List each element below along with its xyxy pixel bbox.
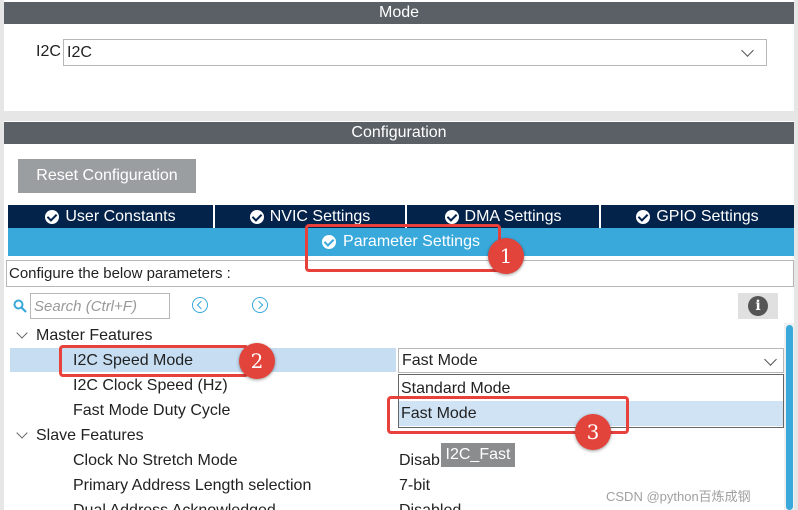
chevron-down-icon	[764, 353, 777, 366]
collapse-chevron-icon[interactable]	[16, 327, 28, 339]
scrollbar-thumb[interactable]	[786, 325, 793, 510]
i2c-label: I2C	[36, 43, 61, 60]
mode-panel	[4, 25, 794, 111]
reset-configuration-button[interactable]: Reset Configuration	[18, 159, 196, 193]
tab-label: GPIO Settings	[656, 207, 759, 225]
annotation-box-2	[59, 345, 249, 377]
clock-no-stretch-label[interactable]: Clock No Stretch Mode	[73, 452, 238, 470]
annotation-badge-1: 1	[488, 238, 524, 274]
tab-gpio-settings[interactable]: GPIO Settings	[601, 205, 794, 228]
info-button[interactable]: i	[738, 293, 778, 319]
collapse-chevron-icon[interactable]	[16, 427, 28, 439]
search-input[interactable]: Search (Ctrl+F)	[30, 293, 170, 319]
info-icon: i	[748, 296, 768, 316]
right-gutter	[794, 0, 798, 510]
annotation-badge-2: 2	[239, 343, 275, 379]
annotation-box-1	[305, 224, 501, 272]
value-tooltip: I2C_Fast	[441, 443, 515, 467]
i2c-speed-mode-value: Fast Mode	[402, 351, 478, 369]
next-result-icon[interactable]	[252, 297, 268, 313]
panel-divider	[4, 111, 794, 121]
i2c-clock-speed-label[interactable]: I2C Clock Speed (Hz)	[73, 377, 228, 395]
primary-address-length-value[interactable]: 7-bit	[399, 477, 430, 495]
check-circle-icon	[636, 209, 651, 224]
i2c-speed-mode-select[interactable]: Fast Mode	[398, 348, 784, 373]
check-circle-icon	[45, 209, 60, 224]
tab-label: User Constants	[65, 207, 176, 225]
dual-address-label[interactable]: Dual Address Acknowledged	[73, 502, 276, 510]
check-circle-icon	[444, 209, 459, 224]
clock-no-stretch-value[interactable]: Disab	[399, 452, 440, 470]
search-icon[interactable]	[13, 299, 27, 313]
primary-address-length-label[interactable]: Primary Address Length selection	[73, 477, 311, 495]
tab-label: NVIC Settings	[269, 207, 371, 225]
configuration-header: Configuration	[4, 122, 794, 144]
master-features-group[interactable]: Master Features	[36, 327, 152, 345]
watermark: CSDN @python百炼成钢	[606, 489, 751, 504]
previous-result-icon[interactable]	[192, 297, 208, 313]
check-circle-icon	[249, 209, 264, 224]
annotation-badge-3: 3	[575, 414, 611, 450]
fast-mode-duty-cycle-label[interactable]: Fast Mode Duty Cycle	[73, 402, 230, 420]
slave-features-group[interactable]: Slave Features	[36, 427, 144, 445]
tab-user-constants[interactable]: User Constants	[8, 205, 213, 228]
i2c-mode-select[interactable]: I2C	[63, 39, 767, 66]
tab-label: DMA Settings	[464, 207, 562, 225]
mode-header: Mode	[4, 2, 794, 24]
dual-address-value[interactable]: Disabled	[399, 502, 461, 510]
chevron-down-icon	[741, 44, 754, 57]
i2c-mode-value: I2C	[67, 43, 92, 61]
